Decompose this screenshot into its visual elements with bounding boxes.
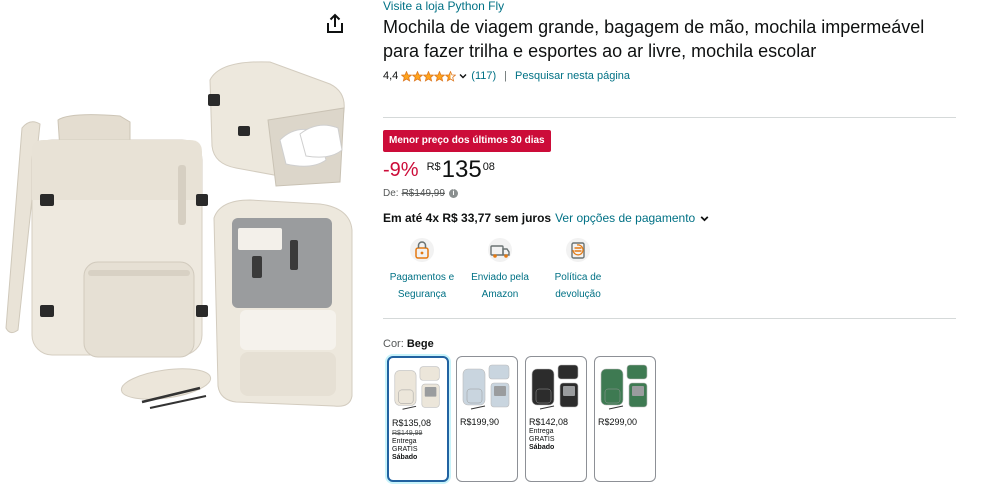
installment-text: Em até 4x R$ 33,77 sem juros (383, 211, 552, 225)
swatch-thumbnail (600, 364, 648, 410)
star-icon (401, 70, 413, 82)
list-price-label: De: (383, 188, 399, 199)
feature-label: Política de devolução (554, 272, 602, 300)
swatch-price: R$135,08 (392, 418, 432, 428)
list-price-value: R$149,99 (401, 188, 445, 199)
swatch-delivery-label: Entrega (392, 438, 417, 445)
swatch-thumbnail (394, 366, 440, 410)
feature-return-policy[interactable]: Política de devolução (539, 236, 617, 303)
star-icon (434, 70, 446, 82)
swatch-thumbnail (531, 364, 579, 410)
store-link[interactable]: Visite a loja Python Fly (383, 0, 958, 14)
selected-color: Bege (406, 338, 434, 350)
feature-icons: Pagamentos e Segurança Enviado pela Amazon (383, 236, 617, 303)
swatch-info: R$135,08 R$149,99 Entrega GRATIS Sábado (389, 416, 447, 462)
deal-badge: Menor preço dos últimos 30 dias (383, 130, 551, 152)
backpack-image (5, 61, 353, 409)
color-swatch-green[interactable]: R$299,00 (594, 356, 656, 482)
search-page-link[interactable]: Pesquisar nesta página (515, 70, 630, 82)
list-price-row: De: R$149,99 i (383, 188, 458, 199)
swatch-delivery-free: GRATIS (392, 446, 418, 453)
chevron-down-icon[interactable] (699, 213, 710, 224)
product-image[interactable] (0, 0, 358, 466)
price-row: -9% R$ 135 08 (383, 156, 495, 186)
swatch-price: R$299,00 (598, 417, 638, 427)
feature-label: Enviado pela Amazon (471, 272, 529, 300)
rating-stars[interactable] (401, 70, 457, 82)
delivery-truck-icon (488, 238, 512, 262)
divider (383, 117, 956, 118)
rating-row: 4,4 (117) | Pesquisar nesta página (383, 69, 958, 83)
swatch-delivery-free: GRATIS (529, 436, 555, 443)
return-policy-icon (566, 238, 590, 262)
price-whole: 135 (441, 156, 482, 183)
share-icon[interactable] (323, 12, 347, 36)
color-swatch-beige[interactable]: R$135,08 R$149,99 Entrega GRATIS Sábado (387, 356, 449, 482)
swatch-info: R$299,00 (595, 415, 655, 428)
star-icon (412, 70, 424, 82)
star-icon (445, 70, 457, 82)
payment-options-link[interactable]: Ver opções de pagamento (555, 211, 695, 225)
swatch-old-price: R$149,99 (392, 430, 423, 437)
color-swatch-light-blue[interactable]: R$199,90 (456, 356, 518, 482)
product-details: Visite a loja Python Fly Mochila de viag… (383, 0, 958, 482)
info-icon[interactable]: i (448, 189, 458, 198)
price-currency: R$ (426, 161, 441, 173)
swatch-delivery-day: Sábado (392, 454, 418, 461)
review-count-link[interactable]: (117) (471, 70, 496, 82)
color-swatches: R$135,08 R$149,99 Entrega GRATIS Sábado R$199… (387, 356, 663, 482)
secure-payment-icon (410, 238, 434, 262)
swatch-info: R$142,08 Entrega GRATIS Sábado (526, 415, 586, 452)
divider: | (504, 70, 508, 82)
swatch-info: R$199,90 (457, 415, 517, 428)
swatch-price: R$142,08 (529, 417, 569, 427)
rating-value: 4,4 (383, 70, 399, 82)
swatch-delivery-label: Entrega (529, 428, 554, 435)
chevron-down-icon[interactable] (458, 71, 468, 81)
product-title: Mochila de viagem grande, bagagem de mão… (383, 17, 925, 61)
swatch-delivery-day: Sábado (529, 444, 555, 451)
feature-shipped-by-amazon[interactable]: Enviado pela Amazon (461, 236, 539, 303)
discount-percent: -9% (383, 159, 419, 181)
swatch-price: R$199,90 (460, 417, 500, 427)
color-label: Cor: Bege (383, 338, 434, 350)
color-swatch-black[interactable]: R$142,08 Entrega GRATIS Sábado (525, 356, 587, 482)
installment-row: Em até 4x R$ 33,77 sem juros Ver opções … (383, 210, 710, 226)
divider (383, 318, 956, 319)
feature-secure-payment[interactable]: Pagamentos e Segurança (383, 236, 461, 303)
swatch-thumbnail (462, 364, 510, 410)
price-fraction: 08 (482, 161, 495, 173)
feature-label: Pagamentos e Segurança (389, 272, 455, 300)
star-icon (423, 70, 435, 82)
